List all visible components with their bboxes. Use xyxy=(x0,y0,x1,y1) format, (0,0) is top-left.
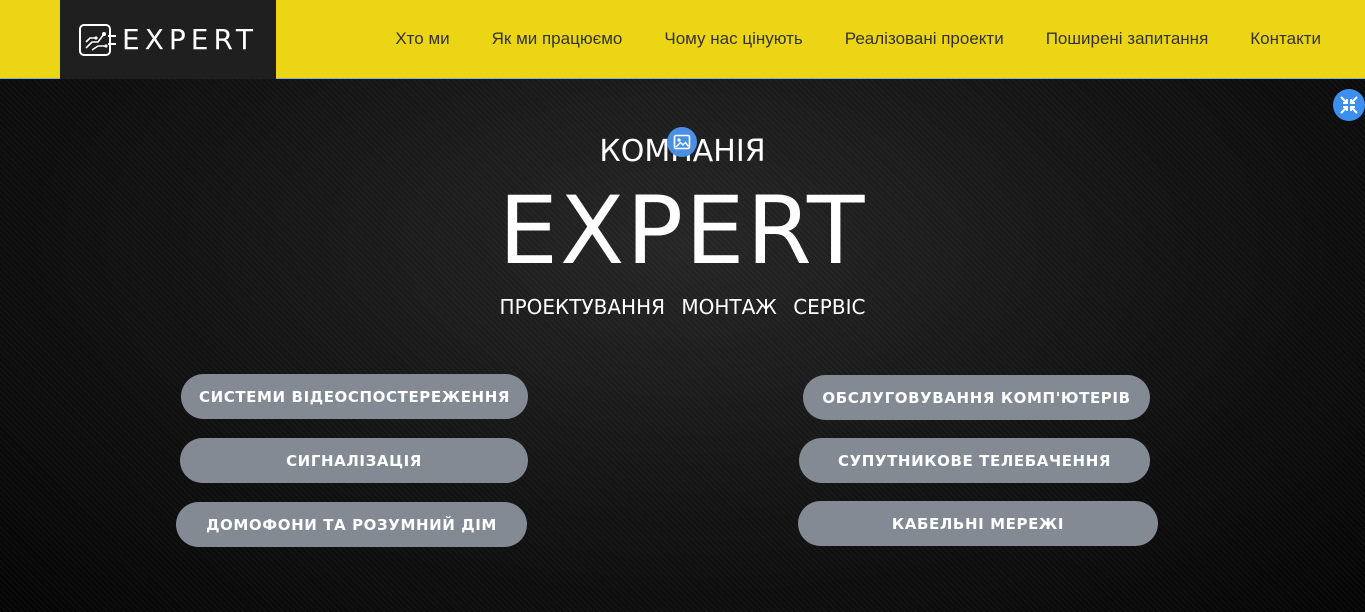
hero-title: EXPERT xyxy=(498,177,867,286)
page: EXPERT Хто ми Як ми працюємо Чому нас ці… xyxy=(0,0,1365,612)
service-button-computer-service[interactable]: ОБСЛУГОВУВАННЯ КОМП'ЮТЕРІВ xyxy=(803,375,1150,420)
service-button-satellite-tv[interactable]: СУПУТНИКОВЕ ТЕЛЕБАЧЕННЯ xyxy=(799,438,1150,483)
nav-item-how-we-work[interactable]: Як ми працюємо xyxy=(471,29,644,49)
service-button-intercom-smart-home[interactable]: ДОМОФОНИ ТА РОЗУМНИЙ ДІМ xyxy=(176,502,527,547)
nav-item-why-us[interactable]: Чому нас цінують xyxy=(643,29,823,49)
image-edit-button[interactable] xyxy=(667,127,697,157)
logo-text: EXPERT xyxy=(122,23,258,56)
nav-item-faq[interactable]: Поширені запитання xyxy=(1025,29,1230,49)
image-icon xyxy=(673,134,691,150)
circuit-logo-icon xyxy=(79,23,116,56)
nav-item-projects[interactable]: Реалізовані проекти xyxy=(824,29,1025,49)
nav-item-about[interactable]: Хто ми xyxy=(374,29,470,49)
nav-item-contacts[interactable]: Контакти xyxy=(1229,29,1365,49)
service-button-alarm[interactable]: СИГНАЛІЗАЦІЯ xyxy=(180,438,528,483)
collapse-arrows-icon xyxy=(1340,96,1358,114)
fullscreen-button[interactable] xyxy=(1333,89,1365,121)
service-button-video-surveillance[interactable]: СИСТЕМИ ВІДЕОСПОСТЕРЕЖЕННЯ xyxy=(181,374,528,419)
service-button-cable-networks[interactable]: КАБЕЛЬНІ МЕРЕЖІ xyxy=(798,501,1158,546)
main-nav: Хто ми Як ми працюємо Чому нас цінують Р… xyxy=(374,0,1365,78)
header: EXPERT Хто ми Як ми працюємо Чому нас ці… xyxy=(0,0,1365,79)
logo[interactable]: EXPERT xyxy=(60,0,276,79)
hero-tagline: ПРОЕКТУВАННЯ МОНТАЖ СЕРВІС xyxy=(499,295,866,319)
